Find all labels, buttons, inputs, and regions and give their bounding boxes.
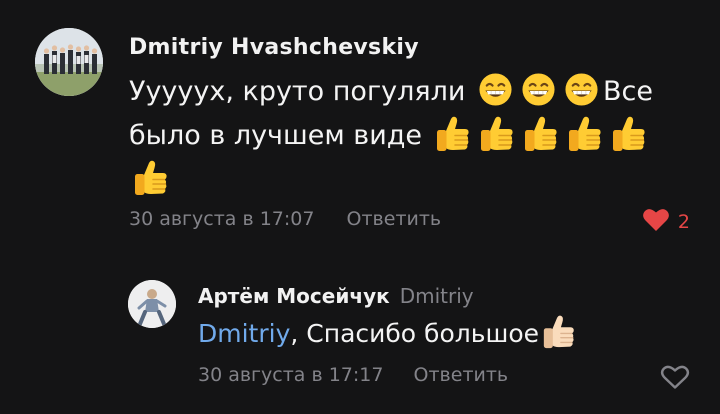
grinning-face-icon bbox=[564, 72, 599, 107]
like-button[interactable] bbox=[660, 364, 690, 394]
thumbs-up-icon bbox=[566, 114, 604, 154]
comment-author-name[interactable]: Артём Мосейчук bbox=[198, 284, 390, 308]
avatar[interactable] bbox=[35, 28, 103, 96]
like-count: 2 bbox=[677, 210, 690, 233]
heart-filled-icon bbox=[642, 207, 670, 236]
comment-date: 30 августа в 17:17 bbox=[198, 364, 384, 386]
comment-meta: 30 августа в 17:17 Ответить bbox=[198, 364, 508, 386]
thumbs-up-icon bbox=[522, 114, 560, 154]
comment-author: Артём Мосейчук Dmitriy bbox=[198, 284, 474, 308]
thumbs-up-icon bbox=[132, 158, 170, 198]
thumbs-up-icon bbox=[610, 114, 648, 154]
reply-to-name[interactable]: Dmitriy bbox=[400, 284, 474, 308]
grinning-face-icon bbox=[521, 72, 556, 107]
comments-screen: Dmitriy Hvashchevskiy Уууууx, круто погу… bbox=[0, 0, 720, 414]
comment-author[interactable]: Dmitriy Hvashchevskiy bbox=[129, 35, 419, 60]
comment-date: 30 августа в 17:07 bbox=[129, 208, 315, 230]
mention-link[interactable]: Dmitriy bbox=[198, 319, 290, 348]
avatar[interactable] bbox=[128, 280, 176, 328]
thumbs-up-light-skin-icon bbox=[541, 313, 577, 351]
heart-outline-icon bbox=[660, 365, 690, 394]
reply-button[interactable]: Ответить bbox=[414, 364, 509, 386]
comment-text: Уууууx, круто погуляли Все было в лучшем… bbox=[129, 70, 689, 202]
reply-button[interactable]: Ответить bbox=[347, 208, 442, 230]
thumbs-up-icon bbox=[434, 114, 472, 154]
comment-text-part: Уууууx, круто погуляли bbox=[129, 76, 466, 107]
like-button[interactable]: 2 bbox=[642, 207, 690, 236]
comment-meta: 30 августа в 17:07 Ответить bbox=[129, 208, 441, 230]
grinning-face-icon bbox=[478, 72, 513, 107]
comment-text: Dmitriy, Спасибо большое bbox=[198, 314, 577, 354]
thumbs-up-icon bbox=[478, 114, 516, 154]
comment-text-part: , Спасибо большое bbox=[290, 319, 540, 348]
